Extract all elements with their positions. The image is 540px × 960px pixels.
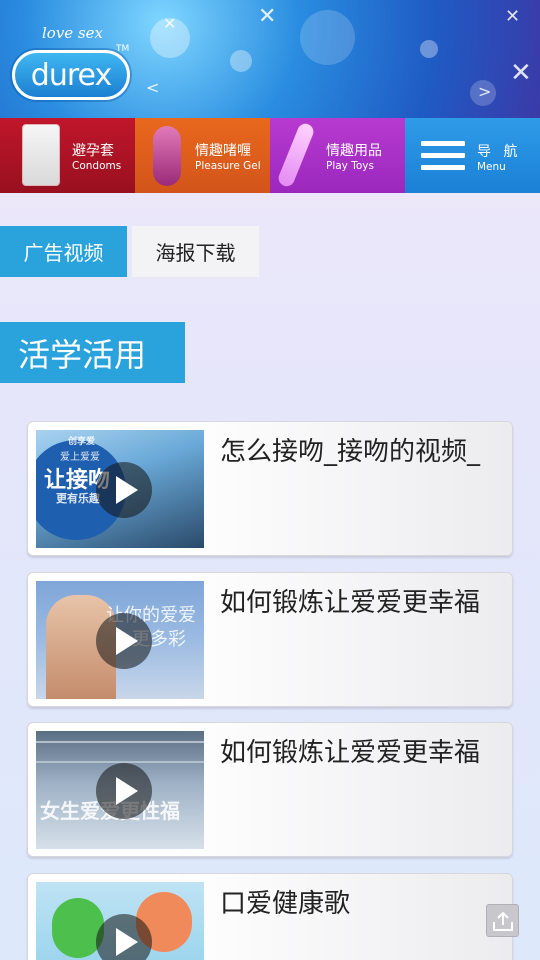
- thumb-text: 更有乐趣: [56, 492, 100, 505]
- play-icon[interactable]: [96, 462, 152, 518]
- video-title[interactable]: 如何锻炼让爱爱更幸福: [220, 585, 500, 621]
- hamburger-icon: [421, 141, 465, 171]
- video-card[interactable]: 创享爱 爱上爱爱 让接吻 更有乐趣 怎么接吻_接吻的视频_: [27, 421, 513, 556]
- menu-label-zh: 导 航: [477, 144, 522, 160]
- durex-logo[interactable]: durex: [12, 50, 130, 100]
- thumb-shape: [36, 741, 204, 743]
- sparkle-icon: ✕: [163, 14, 177, 33]
- play-icon[interactable]: [96, 613, 152, 669]
- category-pleasure-gel[interactable]: 情趣啫喱 Pleasure Gel: [135, 118, 270, 193]
- trademark-mark: TM: [116, 44, 130, 54]
- category-label-en: Condoms: [72, 160, 122, 172]
- category-play-toys[interactable]: 情趣用品 Play Toys: [270, 118, 405, 193]
- toy-product-image: [276, 121, 316, 189]
- category-label-zh: 避孕套: [72, 143, 114, 159]
- thumb-text: 创享爱: [68, 437, 96, 447]
- section-title: 活学活用: [0, 322, 185, 383]
- header-banner: ✕ ✕ ✕ ✕ > < love sex durex TM: [0, 0, 540, 118]
- scroll-top-icon: [492, 911, 513, 931]
- scroll-top-button[interactable]: [486, 904, 519, 937]
- sparkle-icon: ✕: [505, 6, 521, 27]
- video-thumbnail: 女生爱爱更性福: [36, 731, 204, 849]
- gel-product-image: [153, 126, 181, 186]
- menu-label-en: Menu: [477, 161, 506, 173]
- bokeh-decoration: [420, 40, 438, 58]
- tab-ad-videos[interactable]: 广告视频: [0, 226, 127, 277]
- condom-box-image: [22, 124, 60, 186]
- thumb-text: 爱上爱爱: [60, 452, 100, 463]
- video-thumbnail: [36, 882, 204, 960]
- brand-tagline: love sex: [42, 24, 103, 42]
- category-nav: 避孕套 Condoms 情趣啫喱 Pleasure Gel 情趣用品 Play …: [0, 118, 540, 193]
- chevron-left-icon: <: [146, 78, 160, 97]
- video-title[interactable]: 如何锻炼让爱爱更幸福: [220, 735, 500, 771]
- bokeh-decoration: [230, 50, 252, 72]
- sparkle-icon: ✕: [510, 58, 532, 88]
- bokeh-decoration: [300, 10, 355, 65]
- chevron-right-icon: >: [478, 82, 492, 101]
- video-card[interactable]: 口爱健康歌: [27, 873, 513, 960]
- category-label-zh: 情趣啫喱: [195, 143, 251, 159]
- play-icon[interactable]: [96, 763, 152, 819]
- sparkle-icon: ✕: [258, 4, 277, 29]
- category-label-zh: 情趣用品: [326, 143, 382, 159]
- category-label-en: Play Toys: [326, 160, 374, 172]
- video-title[interactable]: 怎么接吻_接吻的视频_: [220, 434, 500, 470]
- video-card[interactable]: 女生爱爱更性福 如何锻炼让爱爱更幸福: [27, 722, 513, 857]
- video-thumbnail: 让你的爱爱 更多彩: [36, 581, 204, 699]
- category-label-en: Pleasure Gel: [195, 160, 261, 172]
- category-condoms[interactable]: 避孕套 Condoms: [0, 118, 135, 193]
- tab-poster-download[interactable]: 海报下载: [132, 226, 259, 277]
- menu-button[interactable]: 导 航 Menu: [405, 118, 540, 193]
- video-title[interactable]: 口爱健康歌: [220, 886, 500, 922]
- video-thumbnail: 创享爱 爱上爱爱 让接吻 更有乐趣: [36, 430, 204, 548]
- video-card[interactable]: 让你的爱爱 更多彩 如何锻炼让爱爱更幸福: [27, 572, 513, 707]
